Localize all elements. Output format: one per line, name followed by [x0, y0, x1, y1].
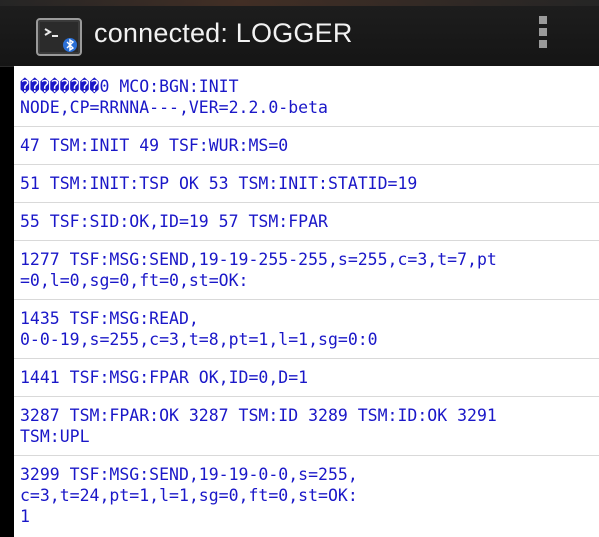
log-line: 55 TSF:SID:OK,ID=19 57 TSM:FPAR	[14, 203, 599, 241]
overflow-dot	[539, 40, 547, 48]
log-line: 51 TSM:INIT:TSP OK 53 TSM:INIT:STATID=19	[14, 165, 599, 203]
status-strip	[0, 0, 599, 6]
log-line: 3299 TSF:MSG:SEND,19-19-0-0,s=255, c=3,t…	[20, 465, 358, 526]
log-line: 3287 TSM:FPAR:OK 3287 TSM:ID 3289 TSM:ID…	[14, 397, 599, 456]
app-screen: connected: LOGGER ��������0 MCO:BGN:INIT…	[0, 0, 599, 537]
log-list: ��������0 MCO:BGN:INIT NODE,CP=RRNNA---,…	[14, 66, 599, 535]
overflow-dot	[539, 16, 547, 24]
log-line: 47 TSM:INIT 49 TSF:WUR:MS=0	[14, 127, 599, 165]
log-line: 1441 TSF:MSG:FPAR OK,ID=0,D=1	[14, 359, 599, 397]
screen-title: connected: LOGGER	[94, 18, 353, 48]
log-panel[interactable]: ��������0 MCO:BGN:INIT NODE,CP=RRNNA---,…	[14, 66, 599, 537]
log-line: 1277 TSF:MSG:SEND,19-19-255-255,s=255,c=…	[14, 241, 599, 300]
action-bar: connected: LOGGER	[0, 0, 599, 67]
terminal-bluetooth-icon[interactable]	[36, 18, 82, 56]
overflow-dot	[539, 28, 547, 36]
overflow-menu-icon[interactable]	[535, 16, 551, 52]
log-line: ��������0 MCO:BGN:INIT NODE,CP=RRNNA---,…	[14, 66, 599, 127]
log-line: 1435 TSF:MSG:READ, 0-0-19,s=255,c=3,t=8,…	[14, 300, 599, 359]
